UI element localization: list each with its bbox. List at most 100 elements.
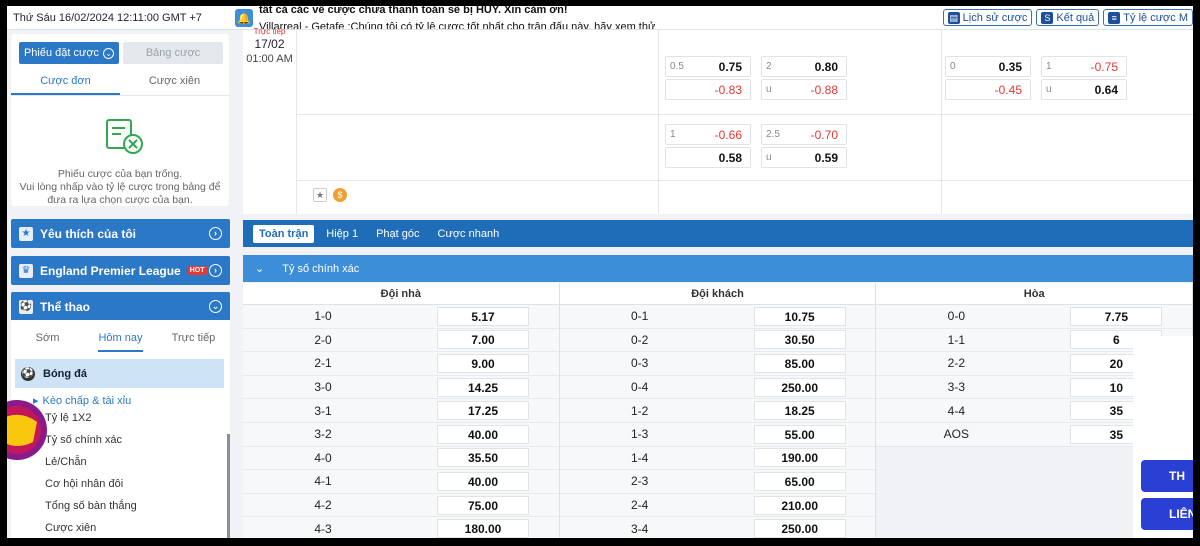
match-date: 17/02 — [254, 37, 285, 51]
odds-handicap: u — [1046, 84, 1052, 95]
tab-full-match[interactable]: Toàn trận — [253, 224, 315, 243]
premier-league-icon: ♛ — [19, 263, 33, 278]
score-odds-button[interactable]: 30.50 — [753, 330, 846, 350]
score-label: 0-4 — [631, 380, 649, 395]
table-row: 3-0 14.25 — [243, 375, 559, 400]
score-label: 0-2 — [631, 332, 649, 347]
col-header-home: Đội nhà — [243, 283, 560, 304]
table-row: 4-2 75.00 — [243, 493, 559, 518]
match-hour: 01:00 AM — [246, 53, 293, 65]
score-label: 1-0 — [314, 309, 332, 324]
star-icon[interactable]: ★ — [313, 188, 327, 202]
odds-cell[interactable]: -0.83 — [665, 79, 751, 100]
odds-handicap: 1 — [670, 129, 676, 140]
odds-icon: ≡ — [1108, 11, 1121, 24]
odds-cell[interactable]: u -0.88 — [761, 79, 847, 100]
score-odds-button[interactable]: 75.00 — [437, 495, 529, 515]
score-odds-button[interactable]: 7.75 — [1070, 306, 1163, 326]
chevron-down-icon: ⌄ — [209, 300, 222, 313]
promo-badge-image[interactable] — [7, 390, 49, 470]
odds-cell[interactable]: 1 -0.66 — [665, 124, 751, 145]
odds-cell[interactable]: 0 0.35 — [945, 56, 1031, 77]
score-label: 4-4 — [947, 403, 966, 418]
table-row: 2-3 65.00 — [559, 470, 876, 494]
teams-column — [297, 30, 659, 214]
score-label: 3-1 — [314, 403, 332, 418]
sports-section[interactable]: ⚽ Thể thao ⌄ — [11, 292, 230, 321]
correct-score-table: Đội nhà Đội khách Hòa 1-0 5.17 2-0 7.00 2-1 9… — [243, 283, 1193, 538]
col-header-draw: Hòa — [876, 283, 1193, 304]
market-parlay[interactable]: Cược xiên — [11, 517, 230, 538]
promo-button-1[interactable]: TH — [1141, 460, 1193, 492]
odds-cell[interactable]: 0.58 — [665, 147, 751, 168]
tab-bet-slip[interactable]: Phiếu đặt cược ⌄ — [19, 42, 119, 64]
score-odds-button[interactable]: 190.00 — [753, 448, 846, 468]
score-odds-button[interactable]: 5.17 — [437, 306, 529, 326]
score-odds-button[interactable]: 14.25 — [437, 377, 529, 397]
bell-icon[interactable]: 🔔 — [235, 9, 253, 27]
odds-cell[interactable]: 1 -0.75 — [1041, 56, 1127, 77]
odds-cell[interactable]: 2 0.80 — [761, 56, 847, 77]
sidebar-scrollbar[interactable] — [227, 434, 230, 538]
odds-cell[interactable]: u 0.59 — [761, 147, 847, 168]
favorites-section[interactable]: ★ Yêu thích của tôi › — [11, 219, 230, 248]
history-button[interactable]: ▤ Lịch sử cược — [942, 9, 1033, 26]
tab-quick-bet[interactable]: Cược nhanh — [432, 225, 506, 243]
odds-button[interactable]: ≡ Tỷ lệ cược M — [1103, 9, 1193, 26]
score-odds-button[interactable]: 65.00 — [753, 471, 846, 491]
app-frame: Thứ Sáu 16/02/2024 12:11:00 GMT +7 🔔 tất… — [7, 6, 1193, 538]
score-odds-button[interactable]: 9.00 — [437, 353, 529, 373]
table-row: 3-2 40.00 — [243, 422, 559, 447]
score-odds-button[interactable]: 85.00 — [753, 353, 846, 373]
sport-item-football[interactable]: ⚽ Bóng đá — [15, 359, 224, 388]
market-double-chance[interactable]: Cơ hội nhân đôi — [11, 473, 230, 495]
score-odds-button[interactable]: 250.00 — [753, 519, 846, 538]
odds-value: -0.75 — [1090, 59, 1118, 74]
coin-icon[interactable]: $ — [333, 188, 347, 202]
promo-button-2[interactable]: LIÊN — [1141, 498, 1193, 530]
score-odds-button[interactable]: 40.00 — [437, 424, 529, 444]
score-odds-button[interactable]: 210.00 — [753, 495, 846, 515]
marquee-line-2: Villarreal - Getafe :Chúng tôi có tỷ lệ … — [259, 21, 656, 29]
score-odds-button[interactable]: 17.25 — [437, 401, 529, 421]
score-odds-button[interactable]: 40.00 — [437, 471, 529, 491]
tab-bet-board[interactable]: Bảng cược — [123, 42, 223, 64]
score-odds-button[interactable]: 10.75 — [753, 306, 846, 326]
score-odds-button[interactable]: 18.25 — [753, 401, 846, 421]
score-label: 3-0 — [314, 380, 332, 395]
score-label: 2-0 — [314, 332, 332, 347]
score-odds-button[interactable]: 250.00 — [753, 377, 846, 397]
league-section[interactable]: ♛ England Premier League HOT › — [11, 256, 230, 285]
results-button[interactable]: S Kết quả — [1036, 9, 1100, 26]
odds-cell[interactable]: u 0.64 — [1041, 79, 1127, 100]
table-row: 3-1 17.25 — [243, 399, 559, 423]
score-odds-button[interactable]: 180.00 — [437, 519, 529, 538]
soccer-ball-icon: ⚽ — [19, 299, 33, 314]
tab-early[interactable]: Sớm — [11, 320, 84, 356]
hot-badge: HOT — [187, 266, 207, 275]
correct-score-header[interactable]: ⌄ Tỷ số chính xác — [243, 255, 1193, 282]
score-odds-button[interactable]: 7.00 — [437, 330, 529, 350]
announcement-marquee: tất cả các về cược chưa thanh toán sẽ bị… — [259, 6, 959, 29]
table-row: 2-1 9.00 — [243, 352, 559, 376]
score-odds-button[interactable]: 55.00 — [753, 424, 846, 444]
table-row: 1-3 55.00 — [559, 422, 876, 447]
score-label: 3-2 — [314, 427, 332, 442]
score-label: AOS — [943, 427, 970, 442]
away-column: 0-1 10.75 0-2 30.50 0-3 85.00 0-4 250.00 1-2 18.2… — [559, 305, 877, 538]
market-total-goals[interactable]: Tổng số bàn thắng — [11, 495, 230, 517]
tab-corners[interactable]: Phạt góc — [370, 225, 425, 243]
odds-handicap: 0.5 — [670, 61, 684, 72]
tab-single-bet[interactable]: Cược đơn — [11, 68, 120, 95]
tab-live[interactable]: Trực tiếp — [157, 320, 230, 356]
tab-first-half[interactable]: Hiệp 1 — [320, 225, 364, 243]
score-label: 3-3 — [947, 380, 966, 395]
odds-value: -0.88 — [810, 82, 838, 97]
odds-cell[interactable]: -0.45 — [945, 79, 1031, 100]
tab-multi-bet[interactable]: Cược xiên — [120, 68, 229, 95]
odds-value: -0.70 — [810, 127, 838, 142]
odds-cell[interactable]: 2.5 -0.70 — [761, 124, 847, 145]
odds-cell[interactable]: 0.5 0.75 — [665, 56, 751, 77]
tab-today[interactable]: Hôm nay — [84, 320, 157, 356]
score-odds-button[interactable]: 35.50 — [437, 448, 529, 468]
